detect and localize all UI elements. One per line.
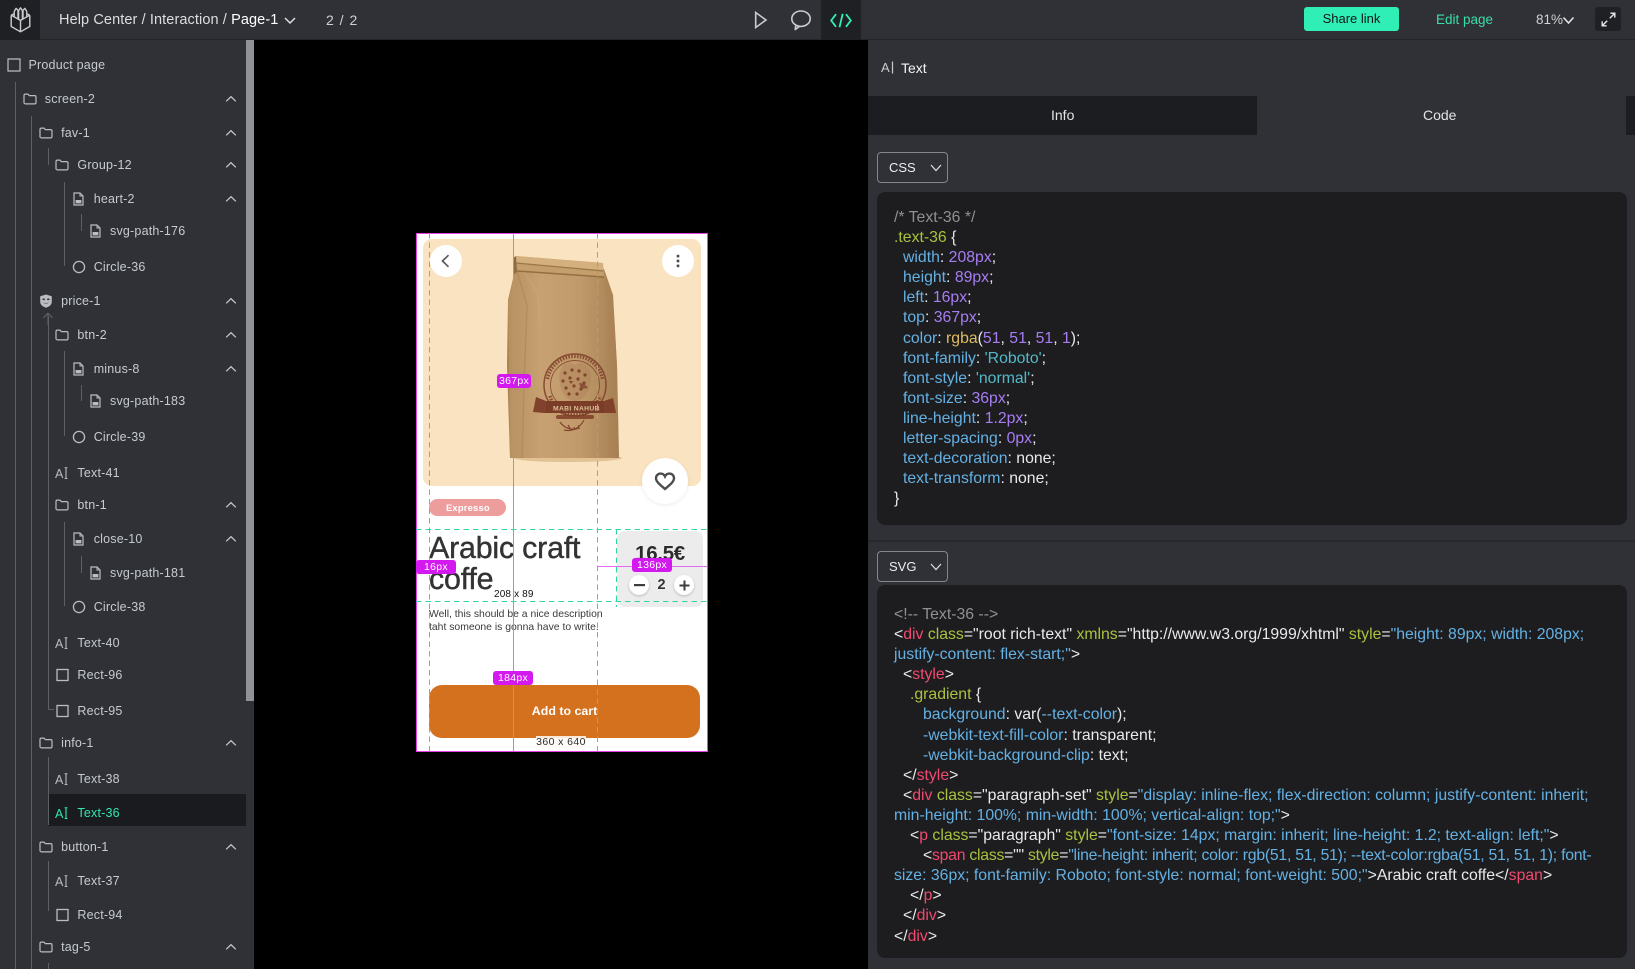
- svg-text:A: A: [55, 807, 64, 820]
- svg-text:A: A: [55, 773, 64, 786]
- svg-text:A: A: [55, 467, 64, 480]
- svg-text:A: A: [881, 60, 890, 75]
- svg-text:A: A: [55, 637, 64, 650]
- svg-text:A: A: [55, 875, 64, 888]
